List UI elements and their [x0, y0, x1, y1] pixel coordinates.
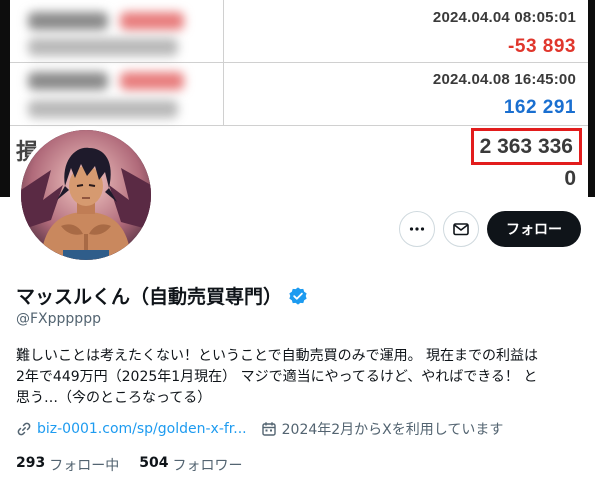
bio-line: 2年で449万円（2025年1月現在） マジで適当にやってるけど、やればできる！…: [16, 369, 538, 385]
follow-counts: 293 フォロー中 504 フォロワー: [16, 455, 242, 475]
more-options-button[interactable]: [399, 211, 435, 247]
bio-line: 思う…（今のところなってる）: [16, 390, 212, 406]
mail-icon: [453, 223, 469, 236]
bio-line: 難しいことは考えたくない！ということで自動売買のみで運用。 現在までの利益は: [16, 348, 539, 364]
display-name: マッスルくん（自動売買専門）: [16, 286, 283, 308]
avatar-illustration: [21, 130, 151, 260]
total-profit-highlight: 2 363 336: [470, 128, 582, 165]
profile-link[interactable]: biz-0001.com/sp/golden-x-fr...: [16, 421, 247, 437]
more-icon: [409, 227, 425, 231]
trade-timestamp: 2024.04.04 08:05:01: [432, 9, 576, 26]
user-handle: @FXpppppp: [16, 311, 101, 327]
join-date: 2024年2月からXを利用しています: [261, 419, 504, 439]
verified-badge-icon[interactable]: [288, 286, 308, 306]
trade-amount: -53 893: [508, 36, 576, 57]
calendar-icon: [261, 422, 276, 436]
avatar[interactable]: [17, 126, 155, 264]
profile-link-text[interactable]: biz-0001.com/sp/golden-x-fr...: [37, 421, 247, 437]
trade-timestamp: 2024.04.08 16:45:00: [432, 71, 576, 88]
blurred-value: [120, 12, 184, 30]
followers-label: フォロワー: [172, 458, 243, 474]
zero-value: 0: [564, 167, 576, 190]
follow-button[interactable]: フォロー: [487, 211, 581, 247]
following-count: 293: [16, 455, 46, 471]
display-name-row: マッスルくん（自動売買専門）: [16, 282, 308, 309]
total-profit-value: 2 363 336: [479, 134, 573, 158]
blurred-symbol: [28, 72, 108, 90]
following-link[interactable]: 293 フォロー中: [16, 455, 119, 475]
following-label: フォロー中: [49, 458, 120, 474]
link-icon: [17, 422, 31, 436]
message-button[interactable]: [443, 211, 479, 247]
blurred-symbol: [28, 12, 108, 30]
profile-bio: 難しいことは考えたくない！ということで自動売買のみで運用。 現在までの利益は 2…: [16, 346, 582, 409]
followers-link[interactable]: 504 フォロワー: [139, 455, 242, 475]
followers-count: 504: [139, 455, 169, 471]
join-date-text: 2024年2月からXを利用しています: [281, 422, 504, 438]
blurred-value: [120, 72, 184, 90]
profile-meta: biz-0001.com/sp/golden-x-fr... 2024年2月から…: [16, 419, 503, 439]
trade-amount: 162 291: [503, 97, 576, 118]
